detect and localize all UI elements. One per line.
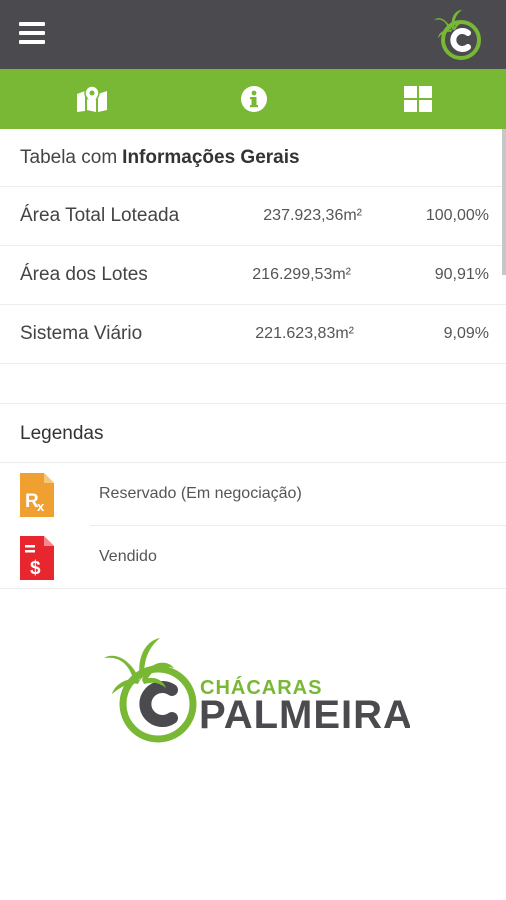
row-percent: 9,09% [443, 325, 489, 342]
legend-label: Vendido [99, 548, 157, 565]
row-area: 216.299,53m² [252, 266, 351, 283]
legend-item-reserved: R x Reservado (Em negociação) [0, 463, 506, 526]
grid-icon [404, 86, 432, 112]
row-percent: 90,91% [434, 266, 489, 283]
table-title: Tabela com Informações Gerais [0, 129, 506, 187]
tab-map[interactable] [8, 69, 176, 129]
scrollbar[interactable] [502, 129, 506, 275]
row-percent: 100,00% [425, 207, 489, 224]
map-icon [77, 85, 107, 112]
legend-item-sold: $ Vendido [0, 526, 506, 589]
row-area: 237.923,36m² [263, 207, 362, 224]
tab-info[interactable] [170, 69, 338, 129]
top-app-bar [0, 0, 506, 69]
table-title-prefix: Tabela com [20, 146, 118, 168]
hamburger-menu-icon[interactable] [19, 22, 45, 44]
tab-grid[interactable] [334, 69, 502, 129]
general-info-table: Tabela com Informações Gerais Área Total… [0, 129, 506, 404]
section-divider [0, 364, 506, 404]
table-row: Sistema Viário 221.623,83m² 9,09% [0, 305, 506, 364]
svg-text:$: $ [30, 558, 41, 579]
tab-bar [0, 69, 506, 129]
brand-line2: PALMEIRA [199, 693, 410, 737]
row-area: 221.623,83m² [255, 325, 354, 342]
app-logo-icon[interactable] [432, 6, 486, 62]
info-icon [241, 86, 267, 112]
reserved-document-icon: R x [20, 473, 54, 517]
svg-text:x: x [37, 499, 45, 514]
sold-document-icon: $ [20, 536, 54, 580]
row-label: Sistema Viário [20, 323, 143, 344]
legend-title: Legendas [0, 405, 506, 463]
chacaras-palmeira-logo: CHÁCARAS PALMEIRA [104, 638, 410, 743]
table-row: Área dos Lotes 216.299,53m² 90,91% [0, 246, 506, 305]
legend-label: Reservado (Em negociação) [99, 485, 302, 502]
table-title-bold: Informações Gerais [122, 146, 300, 168]
row-label: Área dos Lotes [20, 264, 148, 285]
legend-section: Legendas R x Reservado (Em negociação) $… [0, 405, 506, 589]
table-row: Área Total Loteada 237.923,36m² 100,00% [0, 187, 506, 246]
row-label: Área Total Loteada [20, 205, 180, 226]
